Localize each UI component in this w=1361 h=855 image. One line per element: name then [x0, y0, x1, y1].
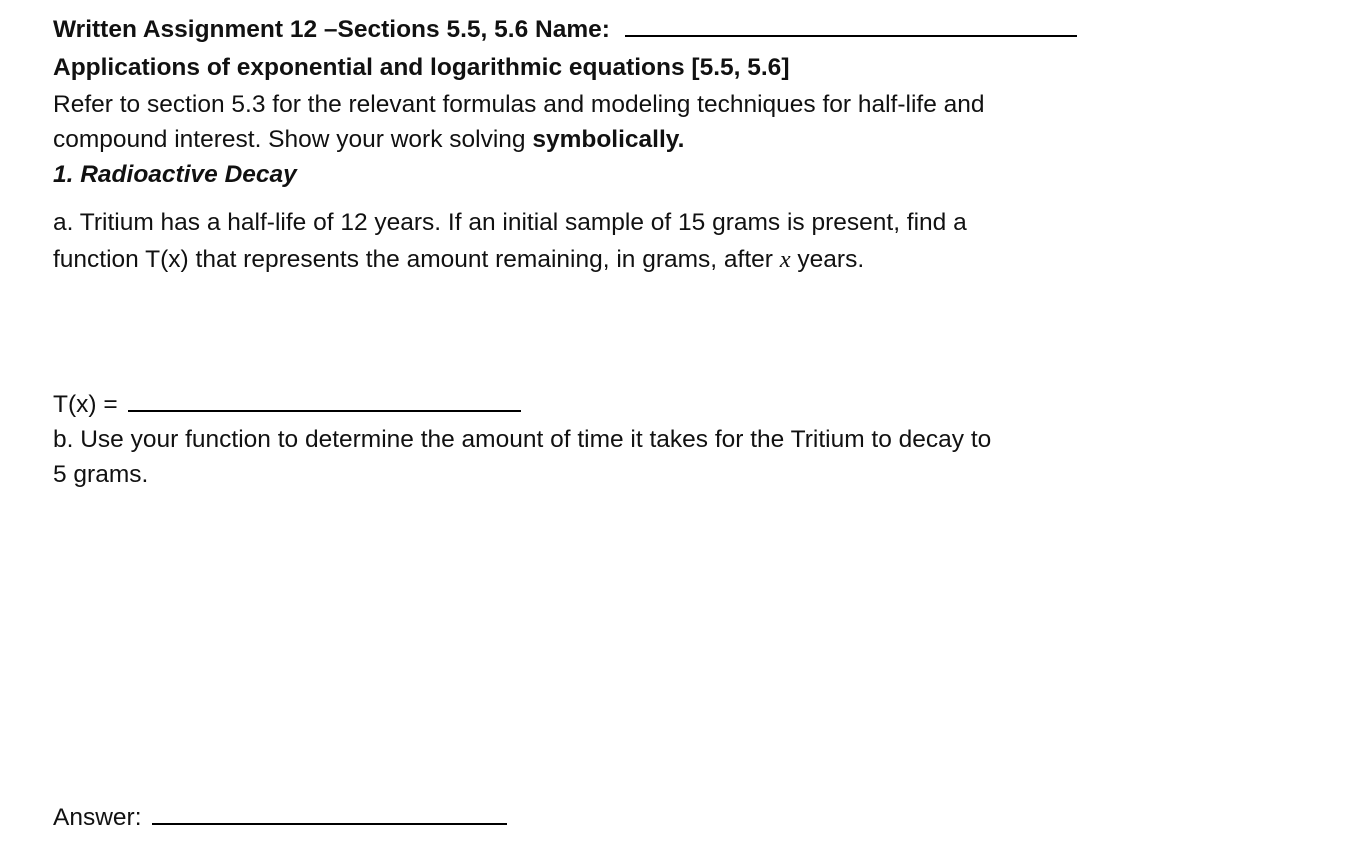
intro-emphasis: symbolically.: [532, 126, 685, 153]
intro-line-2: compound interest. Show your work solvin…: [53, 125, 684, 155]
answer-row: Answer:: [53, 803, 508, 833]
part-a-text: function T(x) that represents the amount…: [53, 246, 780, 273]
assignment-title: Written Assignment 12 –Sections 5.5, 5.6…: [53, 16, 610, 43]
part-a-line-1: a. Tritium has a half-life of 12 years. …: [53, 209, 967, 236]
answer-label: Answer:: [53, 804, 149, 831]
tx-answer-field[interactable]: [128, 410, 522, 412]
assignment-subtitle: Applications of exponential and logarith…: [53, 54, 790, 81]
part-b-line-2: 5 grams.: [53, 461, 149, 488]
answer-field[interactable]: [152, 823, 508, 825]
section-heading: 1. Radioactive Decay: [53, 161, 297, 188]
part-a-text-end: years.: [790, 246, 865, 273]
part-a-line-2: function T(x) that represents the amount…: [53, 245, 864, 275]
part-b-line-1: b. Use your function to determine the am…: [53, 426, 992, 453]
name-field[interactable]: [624, 35, 1077, 37]
tx-label: T(x) =: [53, 391, 125, 418]
variable-x: x: [779, 246, 791, 273]
intro-text: compound interest. Show your work solvin…: [53, 126, 533, 153]
tx-answer-row: T(x) =: [53, 390, 522, 420]
assignment-title-row: Written Assignment 12 –Sections 5.5, 5.6…: [53, 15, 1077, 45]
intro-line-1: Refer to section 5.3 for the relevant fo…: [53, 91, 985, 118]
